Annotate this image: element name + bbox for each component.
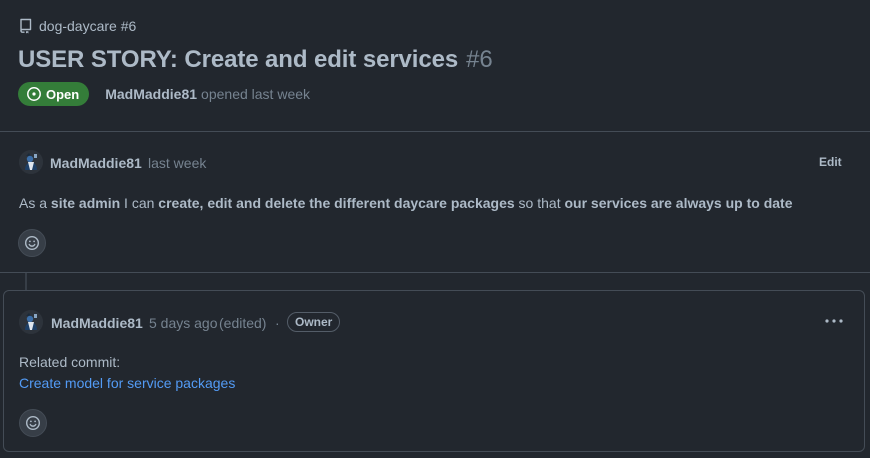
- repo-icon: [19, 18, 33, 34]
- body-text-part: As a: [19, 195, 51, 211]
- avatar[interactable]: [19, 150, 43, 174]
- repo-breadcrumb[interactable]: dog-daycare #6: [19, 18, 136, 34]
- comment-options-button[interactable]: [822, 312, 846, 330]
- timeline-connector: [25, 273, 27, 291]
- body-text-bold: site admin: [50, 195, 121, 211]
- issue-title-text: USER STORY: Create and edit services: [18, 46, 459, 73]
- body-text-bold: our services are always up to date: [564, 195, 793, 211]
- issue-state-badge: Open: [18, 82, 90, 106]
- comment-timestamp[interactable]: 5 days ago: [149, 315, 218, 331]
- owner-role-badge: Owner: [287, 312, 341, 332]
- issue-number: #6: [466, 46, 493, 73]
- add-reaction-button[interactable]: [18, 229, 46, 257]
- comment-timestamp[interactable]: last week: [148, 155, 206, 171]
- related-commit-label: Related commit:: [19, 354, 121, 370]
- issue-page: dog-daycare #6 USER STORY: Create and ed…: [0, 0, 870, 458]
- issue-title: USER STORY: Create and edit services #6: [18, 46, 493, 74]
- add-reaction-button[interactable]: [19, 409, 47, 437]
- meta-separator: ·: [275, 315, 280, 331]
- kebab-horizontal-icon: [825, 319, 843, 323]
- commit-link[interactable]: Create model for service packages: [19, 375, 235, 391]
- issue-body-text: As a site admin I can create, edit and d…: [19, 195, 792, 211]
- comment-author-link[interactable]: MadMaddie81: [50, 155, 142, 171]
- issue-author-link[interactable]: MadMaddie81: [105, 86, 197, 102]
- body-text-part: so that: [514, 195, 565, 211]
- issue-state-label: Open: [46, 86, 80, 102]
- body-text-part: I can: [120, 195, 159, 211]
- smiley-icon: [25, 415, 41, 431]
- body-text-bold: create, edit and delete the different da…: [158, 195, 515, 211]
- edited-indicator[interactable]: (edited): [219, 315, 266, 331]
- edit-button[interactable]: Edit: [819, 155, 842, 169]
- repo-breadcrumb-label: dog-daycare #6: [39, 18, 137, 34]
- issue-opened-text: opened last week: [201, 86, 311, 102]
- issue-meta: Open MadMaddie81 opened last week: [18, 82, 310, 106]
- comment-author-link[interactable]: MadMaddie81: [51, 315, 143, 331]
- issue-opened-icon: [26, 86, 42, 102]
- smiley-icon: [24, 235, 40, 251]
- avatar[interactable]: [19, 310, 43, 334]
